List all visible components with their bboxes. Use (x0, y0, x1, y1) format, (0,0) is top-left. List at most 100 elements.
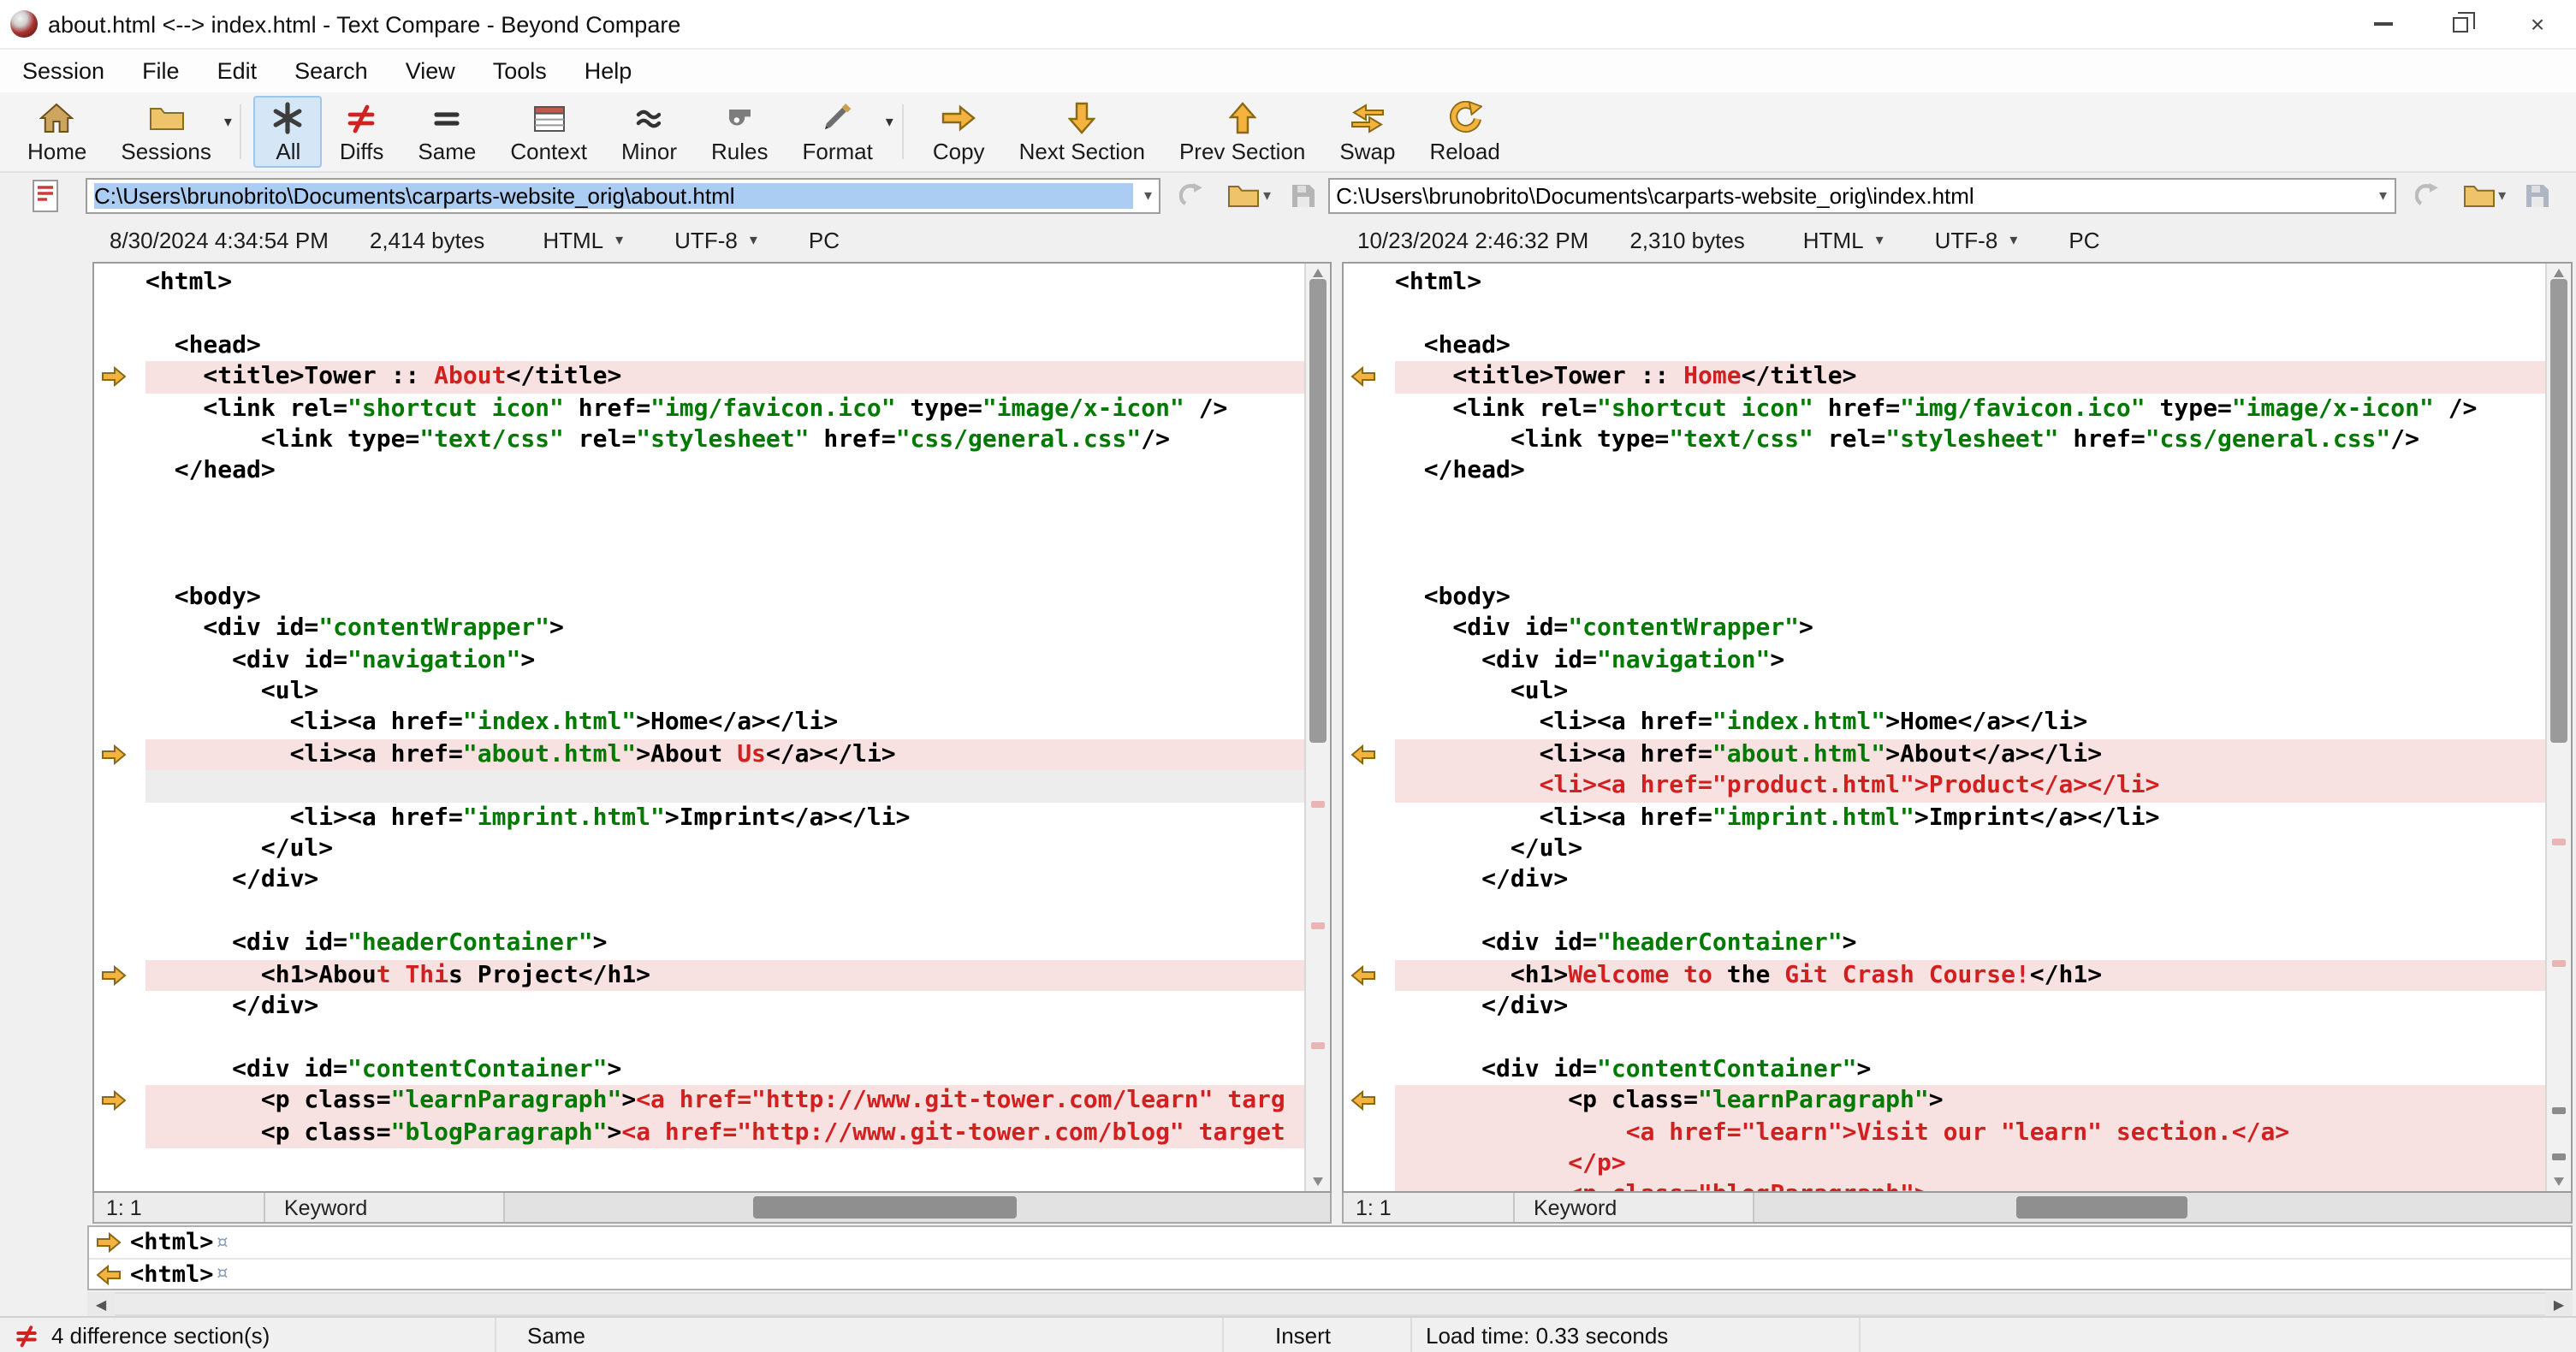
chevron-down-icon[interactable]: ▾ (2369, 186, 2390, 205)
code-line[interactable]: <head> (1395, 330, 2545, 362)
restore-button[interactable] (2422, 0, 2499, 48)
prev-section-button[interactable]: Prev Section (1162, 96, 1322, 168)
scroll-down-icon[interactable] (1313, 1177, 1323, 1186)
chevron-down-icon[interactable]: ▾ (615, 230, 623, 249)
sessions-dropdown-caret-icon[interactable]: ▾ (224, 113, 232, 132)
code-line[interactable]: <p class="blogParagraph"><a href="http:/… (145, 1117, 1304, 1148)
diff-section-arrow-icon[interactable] (94, 739, 142, 771)
code-line[interactable]: </div> (145, 991, 1304, 1023)
chevron-down-icon[interactable]: ▾ (2498, 186, 2506, 205)
code-line[interactable]: <title>Tower :: About</title> (145, 361, 1304, 394)
code-line[interactable]: <div id="contentContainer"> (145, 1054, 1304, 1086)
code-line[interactable]: <body> (145, 582, 1304, 614)
code-line[interactable]: <div id="headerContainer"> (145, 928, 1304, 959)
right-hscrollbar[interactable] (1754, 1193, 2571, 1222)
code-line[interactable]: <html> (1395, 267, 2545, 299)
scroll-down-icon[interactable] (2554, 1177, 2564, 1186)
minor-button[interactable]: Minor (604, 96, 694, 168)
left-encoding-select[interactable]: UTF-8 (674, 227, 738, 252)
code-line[interactable]: <link rel="shortcut icon" href="img/favi… (1395, 393, 2545, 424)
left-revert-button[interactable] (1179, 182, 1208, 208)
diff-section-arrow-icon[interactable] (1344, 739, 1392, 771)
code-line[interactable]: <li><a href="about.html">About</a></li> (1395, 738, 2545, 771)
code-line[interactable]: </div> (145, 865, 1304, 897)
code-line[interactable]: <link type="text/css" rel="stylesheet" h… (145, 424, 1304, 456)
code-line[interactable] (145, 519, 1304, 550)
diff-section-arrow-icon[interactable] (1344, 1085, 1392, 1117)
filter-same-button[interactable]: Same (401, 96, 493, 168)
right-revert-button[interactable] (2414, 182, 2443, 208)
left-vscroll-thumb[interactable] (1309, 279, 1327, 743)
code-line[interactable] (1395, 897, 2545, 928)
code-line[interactable]: <title>Tower :: Home</title> (1395, 361, 2545, 394)
code-line[interactable]: <body> (1395, 582, 2545, 614)
code-line[interactable] (1395, 519, 2545, 550)
code-line[interactable]: <h1>Welcome to the Git Crash Course!</h1… (1395, 959, 2545, 991)
code-line[interactable]: </div> (1395, 991, 2545, 1023)
code-line[interactable]: <p class="learnParagraph"><a href="http:… (145, 1085, 1304, 1118)
right-hscroll-thumb[interactable] (2015, 1196, 2187, 1219)
scroll-up-icon[interactable] (1313, 269, 1323, 277)
menu-help[interactable]: Help (566, 50, 651, 92)
code-line[interactable]: <a href="learn">Visit our "learn" sectio… (1395, 1117, 2545, 1148)
diff-section-arrow-icon[interactable] (94, 959, 142, 991)
code-line[interactable] (145, 299, 1304, 330)
chevron-down-icon[interactable]: ▾ (1134, 186, 1155, 205)
code-line[interactable] (1395, 487, 2545, 519)
missing-line-gap[interactable] (145, 770, 1304, 803)
left-format-select[interactable]: HTML (543, 227, 603, 252)
code-line[interactable]: </p> (1395, 1147, 2545, 1180)
code-line[interactable]: </head> (1395, 456, 2545, 488)
code-line[interactable] (145, 1148, 1304, 1180)
code-line[interactable]: <div id="contentContainer"> (1395, 1054, 2545, 1086)
swap-button[interactable]: Swap (1322, 96, 1412, 168)
diff-section-arrow-icon[interactable] (94, 1085, 142, 1117)
menu-search[interactable]: Search (276, 50, 387, 92)
code-line[interactable]: <link type="text/css" rel="stylesheet" h… (1395, 424, 2545, 456)
code-line[interactable] (145, 1023, 1304, 1054)
left-hscrollbar[interactable] (505, 1193, 1330, 1222)
code-line[interactable] (1395, 1023, 2545, 1054)
code-line[interactable] (145, 550, 1304, 582)
left-browse-folder-button[interactable]: ▾ (1227, 182, 1271, 208)
code-line[interactable]: <li><a href="index.html">Home</a></li> (145, 708, 1304, 739)
code-line[interactable]: <h1>About This Project</h1> (145, 959, 1304, 991)
sessions-button[interactable]: Sessions ▾ (104, 96, 232, 168)
context-button[interactable]: Context (493, 96, 604, 168)
chevron-down-icon[interactable]: ▾ (2009, 230, 2017, 249)
code-line[interactable]: <head> (145, 330, 1304, 362)
copy-button[interactable]: Copy (916, 96, 1002, 168)
code-line[interactable]: <li><a href="index.html">Home</a></li> (1395, 708, 2545, 739)
code-line[interactable]: </ul> (1395, 833, 2545, 865)
minimize-button[interactable] (2345, 0, 2422, 48)
code-line[interactable]: <ul> (1395, 676, 2545, 708)
chevron-down-icon[interactable]: ▾ (1263, 186, 1271, 205)
code-line[interactable]: <div id="contentWrapper"> (1395, 614, 2545, 645)
left-code[interactable]: <html> <head> <title>Tower :: About</tit… (142, 264, 1304, 1191)
menu-tools[interactable]: Tools (474, 50, 566, 92)
menu-view[interactable]: View (387, 50, 474, 92)
format-dropdown-caret-icon[interactable]: ▾ (886, 113, 893, 132)
right-save-button[interactable] (2525, 182, 2550, 208)
pane-splitter[interactable] (1332, 262, 1342, 1193)
code-line[interactable] (145, 897, 1304, 928)
menu-edit[interactable]: Edit (199, 50, 276, 92)
code-line[interactable]: <p class="learnParagraph"> (1395, 1085, 2545, 1118)
code-line[interactable]: <li><a href="imprint.html">Imprint</a></… (1395, 802, 2545, 833)
right-encoding-select[interactable]: UTF-8 (1935, 227, 1998, 252)
right-browse-folder-button[interactable]: ▾ (2462, 182, 2506, 208)
code-line[interactable]: </ul> (145, 833, 1304, 865)
home-button[interactable]: Home (10, 96, 104, 168)
code-line[interactable]: <li><a href="about.html">About Us</a></l… (145, 738, 1304, 771)
right-vscroll-thumb[interactable] (2550, 279, 2567, 743)
code-line[interactable]: <html> (145, 267, 1304, 299)
hscroll-track[interactable] (115, 1292, 2545, 1316)
code-line[interactable]: </head> (145, 456, 1304, 488)
reload-button[interactable]: Reload (1412, 96, 1517, 168)
code-line[interactable]: <link rel="shortcut icon" href="img/favi… (145, 393, 1304, 424)
code-line[interactable] (1395, 299, 2545, 330)
left-save-button[interactable] (1290, 182, 1315, 208)
close-button[interactable]: × (2499, 0, 2576, 48)
code-line[interactable]: <div id="headerContainer"> (1395, 928, 2545, 959)
scroll-up-icon[interactable] (2554, 269, 2564, 277)
